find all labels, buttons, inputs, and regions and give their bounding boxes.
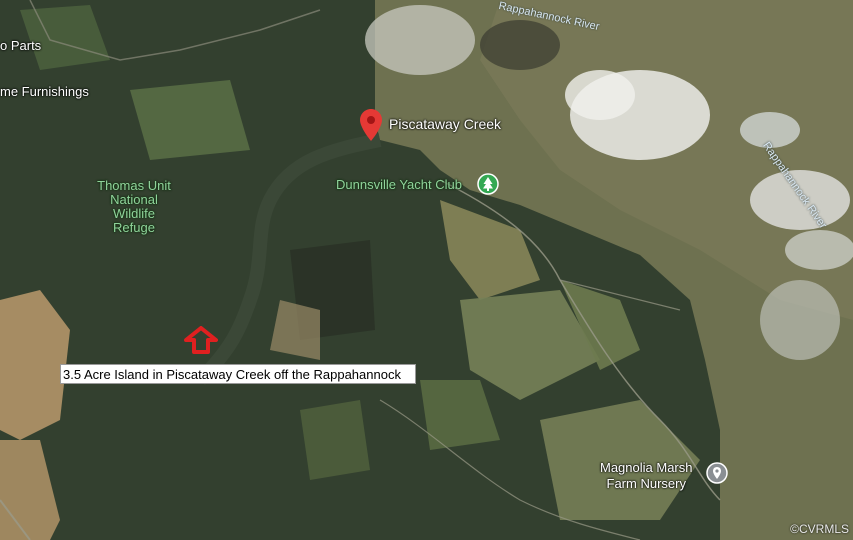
- listing-caption: 3.5 Acre Island in Piscataway Creek off …: [60, 364, 416, 384]
- furnishings-label: me Furnishings: [0, 84, 89, 99]
- refuge-line-4: Refuge: [113, 220, 155, 235]
- refuge-label: Thomas Unit National Wildlife Refuge: [86, 179, 182, 235]
- nursery-label[interactable]: Magnolia Marsh Farm Nursery: [600, 460, 693, 492]
- tree-icon[interactable]: [477, 173, 499, 195]
- copyright-watermark: ©CVRMLS: [790, 522, 849, 536]
- map-pin-icon[interactable]: [360, 109, 382, 141]
- refuge-line-3: Wildlife: [113, 206, 155, 221]
- piscataway-creek-label[interactable]: Piscataway Creek: [389, 116, 501, 132]
- location-icon[interactable]: [706, 462, 728, 484]
- nursery-line-1: Magnolia Marsh: [600, 460, 693, 475]
- auto-parts-label: o Parts: [0, 38, 42, 53]
- refuge-line-1: Thomas Unit: [97, 178, 171, 193]
- yacht-club-label[interactable]: Dunnsville Yacht Club: [336, 178, 462, 192]
- nursery-line-2: Farm Nursery: [606, 476, 686, 491]
- up-arrow-icon: [184, 326, 218, 354]
- satellite-map[interactable]: [0, 0, 853, 540]
- refuge-line-2: National: [110, 192, 158, 207]
